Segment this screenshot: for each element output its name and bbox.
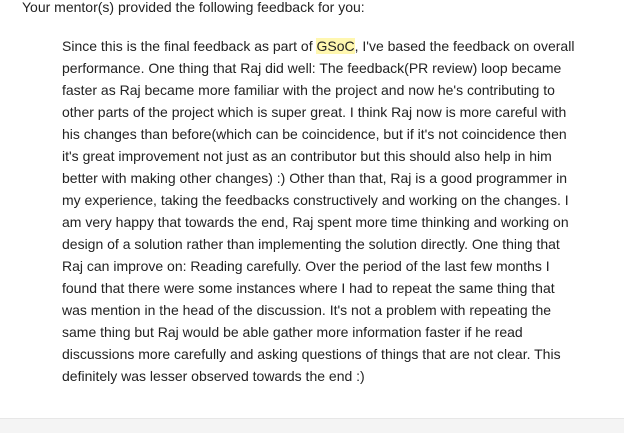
feedback-line: my experience, taking the feedbacks cons… [62, 192, 569, 208]
feedback-line: design of a solution rather than impleme… [62, 236, 560, 252]
feedback-line: am very happy that towards the end, Raj … [62, 214, 569, 230]
feedback-line: Since this is the final feedback as part… [62, 35, 592, 57]
feedback-line: found that there were some instances whe… [62, 280, 555, 296]
feedback-line: performance. One thing that Raj did well… [62, 60, 562, 76]
feedback-line: Raj can improve on: Reading carefully. O… [62, 258, 550, 274]
feedback-line: it's great improvement not just as an co… [62, 148, 552, 164]
feedback-line: definitely was lesser observed towards t… [62, 368, 365, 384]
mentor-feedback: Since this is the final feedback as part… [62, 35, 592, 387]
feedback-intro: Your mentor(s) provided the following fe… [22, 0, 365, 15]
feedback-line: same thing but Raj would be able gather … [62, 324, 523, 340]
feedback-line: was mention in the head of the discussio… [62, 302, 552, 318]
feedback-line: discussions more carefully and asking qu… [62, 346, 561, 362]
feedback-text: Since this is the final feedback as part… [62, 38, 317, 54]
gsoc-highlight: GSoC [316, 38, 355, 54]
feedback-line: faster as Raj became more familiar with … [62, 82, 555, 98]
feedback-line: his changes than before(which can be coi… [62, 126, 567, 142]
feedback-text: , I've based the feedback on overall [354, 38, 575, 54]
feedback-line: better with making other changes) :) Oth… [62, 170, 568, 186]
page-footer-divider [0, 418, 624, 433]
feedback-line: other parts of the project which is supe… [62, 104, 567, 120]
